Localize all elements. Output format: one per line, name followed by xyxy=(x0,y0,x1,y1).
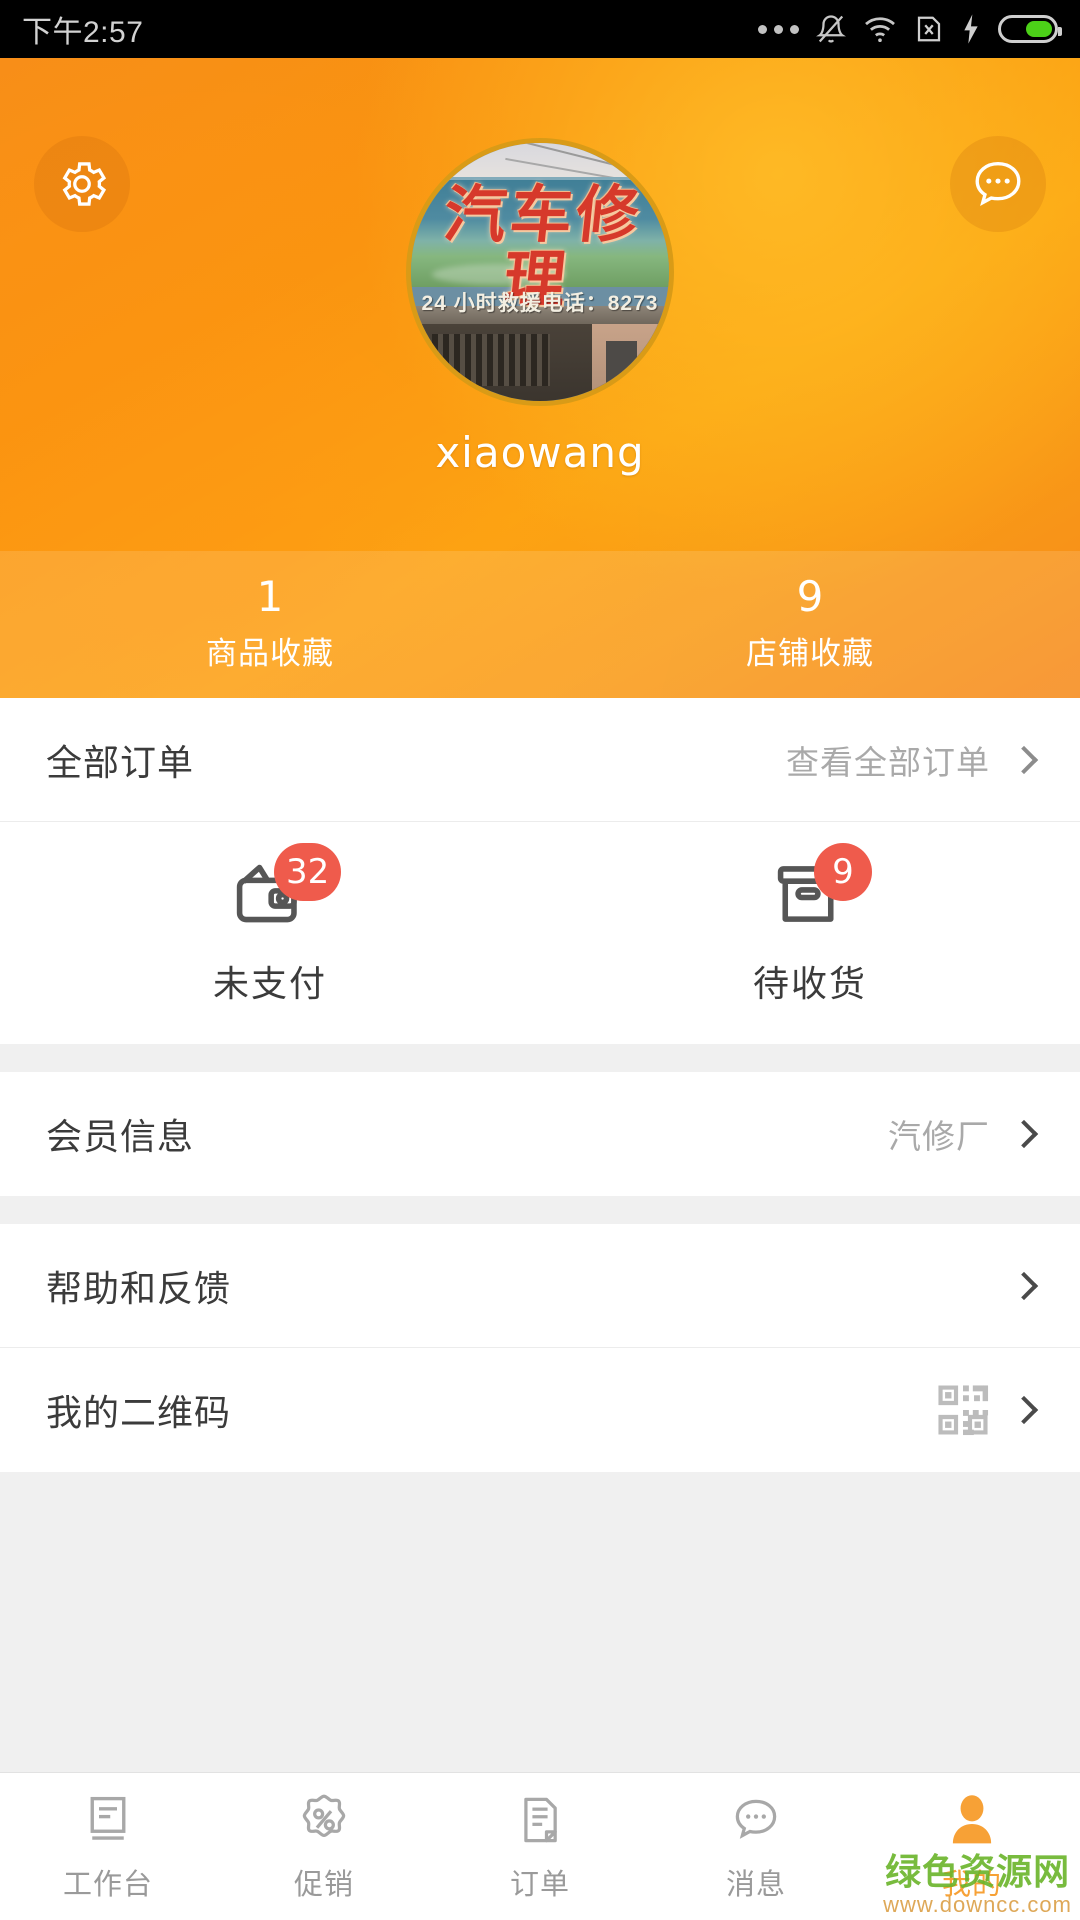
tab-label: 工作台 xyxy=(62,1868,153,1901)
tab-label: 我的 xyxy=(941,1868,1002,1901)
status-time: 下午2:57 xyxy=(22,16,144,49)
all-orders-row[interactable]: 全部订单 查看全部订单 xyxy=(0,698,1080,822)
tab-promotion[interactable]: 促销 xyxy=(216,1773,432,1920)
order-status-pending-delivery[interactable]: 9 待收货 xyxy=(540,822,1080,1044)
tab-label: 促销 xyxy=(293,1868,354,1901)
menu-item-help-feedback[interactable]: 帮助和反馈 xyxy=(0,1224,1080,1348)
tab-mine[interactable]: 我的 xyxy=(864,1773,1080,1920)
avatar[interactable]: 汽车修理 24 小时救援电话：8273 xyxy=(406,138,674,406)
chevron-right-icon xyxy=(1009,1395,1039,1425)
tab-workbench[interactable]: 工作台 xyxy=(0,1773,216,1920)
menu-item-label: 我的二维码 xyxy=(46,1392,232,1433)
all-orders-title: 全部订单 xyxy=(46,741,195,783)
order-status-label: 未支付 xyxy=(212,963,327,1004)
view-all-orders-label: 查看全部订单 xyxy=(786,743,990,781)
orders-section: 全部订单 查看全部订单 32 未支付 9 待收货 xyxy=(0,698,1080,1044)
bottom-tabbar: 工作台 促销 订单 消息 我的 绿色资源网 www.downcc.com xyxy=(0,1772,1080,1920)
person-icon xyxy=(943,1791,1001,1849)
qr-code-icon xyxy=(938,1385,989,1436)
help-section: 帮助和反馈 我的二维码 xyxy=(0,1224,1080,1472)
tab-label: 消息 xyxy=(725,1868,786,1901)
profile-header: 汽车修理 24 小时救援电话：8273 xiaowang 1 商品收藏 9 店铺… xyxy=(0,58,1080,698)
status-icons xyxy=(758,13,1062,45)
chevron-right-icon xyxy=(1009,1119,1039,1149)
member-info-section: 会员信息 汽修厂 xyxy=(0,1072,1080,1196)
charging-bolt-icon xyxy=(964,14,978,44)
avatar-photo: 汽车修理 24 小时救援电话：8273 xyxy=(411,143,669,401)
username: xiaowang xyxy=(435,428,645,477)
battery-icon xyxy=(998,15,1062,43)
stat-value: 1 xyxy=(256,572,284,621)
page-filler xyxy=(0,1472,1080,1772)
menu-item-label: 会员信息 xyxy=(46,1116,195,1157)
chevron-right-icon xyxy=(1009,745,1039,774)
stat-product-favorites[interactable]: 1 商品收藏 xyxy=(0,551,540,698)
messages-button[interactable] xyxy=(950,136,1046,232)
chat-dots-icon xyxy=(727,1791,785,1849)
document-icon xyxy=(511,1791,569,1849)
section-divider xyxy=(0,1044,1080,1072)
sim-card-off-icon xyxy=(917,16,941,42)
app-screen: 下午2:57 汽车修理 24 小时救援电话：8273 xiaowang 1 商品… xyxy=(0,0,1080,1920)
section-divider xyxy=(0,1196,1080,1224)
workbench-icon xyxy=(79,1791,137,1849)
order-status-label: 待收货 xyxy=(752,963,867,1004)
badge-count: 32 xyxy=(274,843,342,901)
more-dots-icon xyxy=(758,24,799,34)
avatar-sign-subtitle: 24 小时救援电话：8273 xyxy=(421,292,659,316)
chevron-right-icon xyxy=(1009,1271,1039,1300)
chat-bubble-icon xyxy=(975,162,1021,206)
stat-value: 9 xyxy=(796,572,824,621)
tab-messages[interactable]: 消息 xyxy=(648,1773,864,1920)
menu-item-label: 帮助和反馈 xyxy=(46,1267,232,1309)
stats-row: 1 商品收藏 9 店铺收藏 xyxy=(0,551,1080,698)
menu-item-member-info[interactable]: 会员信息 汽修厂 xyxy=(0,1072,1080,1196)
stat-store-favorites[interactable]: 9 店铺收藏 xyxy=(540,551,1080,698)
order-status-unpaid[interactable]: 32 未支付 xyxy=(0,822,540,1044)
gear-icon xyxy=(62,162,107,206)
wifi-icon xyxy=(865,17,895,43)
stat-label: 商品收藏 xyxy=(206,636,334,671)
tab-label: 订单 xyxy=(509,1868,570,1901)
stat-label: 店铺收藏 xyxy=(746,636,874,671)
percent-badge-icon xyxy=(295,1791,353,1849)
menu-item-my-qr-code[interactable]: 我的二维码 xyxy=(0,1348,1080,1472)
settings-button[interactable] xyxy=(34,136,130,232)
badge-count: 9 xyxy=(814,843,872,901)
order-status-row: 32 未支付 9 待收货 xyxy=(0,822,1080,1044)
status-bar: 下午2:57 xyxy=(0,0,1080,58)
menu-item-value: 汽修厂 xyxy=(888,1118,990,1155)
bell-muted-icon xyxy=(816,15,846,43)
tab-orders[interactable]: 订单 xyxy=(432,1773,648,1920)
